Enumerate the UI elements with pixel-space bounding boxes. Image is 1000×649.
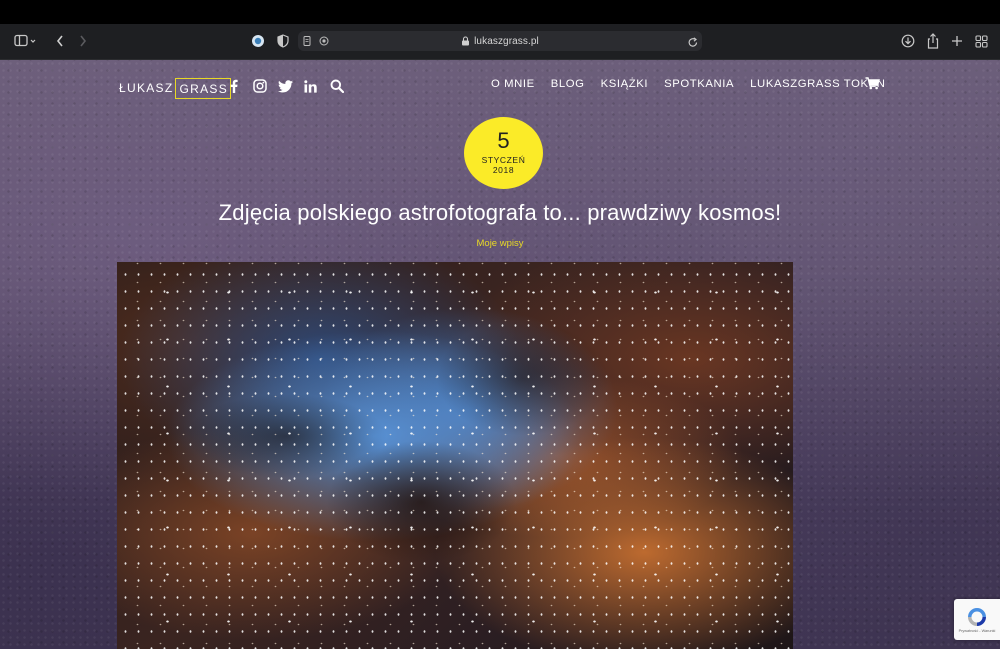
url-text: lukaszgrass.pl bbox=[474, 35, 539, 47]
nav-item-meetings[interactable]: SPOTKANIA bbox=[664, 78, 734, 90]
post-category-link: Moje wpisy bbox=[0, 238, 1000, 249]
downloads-icon[interactable] bbox=[901, 33, 915, 49]
recaptcha-links[interactable]: Prywatność - Warunki bbox=[959, 629, 996, 633]
privacy-shield-icon[interactable] bbox=[277, 33, 289, 49]
sidebar-toggle-icon[interactable] bbox=[14, 33, 36, 49]
lock-icon bbox=[462, 36, 470, 46]
linkedin-icon[interactable] bbox=[304, 79, 317, 93]
extension-icon[interactable] bbox=[251, 33, 265, 49]
post-day: 5 bbox=[497, 127, 510, 153]
hero-image-nebula bbox=[117, 262, 793, 649]
web-page: ŁUKASZ GRASS O MNIE BLOG KSIĄŻKI SPOTKAN… bbox=[0, 60, 1000, 649]
os-menu-bar bbox=[0, 0, 1000, 24]
post-title: Zdjęcia polskiego astrofotografa to... p… bbox=[218, 200, 782, 225]
address-bar[interactable]: lukaszgrass.pl bbox=[298, 31, 702, 51]
forward-icon[interactable] bbox=[78, 33, 88, 49]
browser-toolbar: lukaszgrass.pl bbox=[0, 24, 1000, 60]
twitter-icon[interactable] bbox=[278, 79, 293, 93]
post-category-label[interactable]: Moje wpisy bbox=[477, 238, 524, 249]
new-tab-icon[interactable] bbox=[951, 33, 963, 49]
tab-overview-icon[interactable] bbox=[975, 33, 988, 49]
facebook-icon[interactable] bbox=[230, 79, 238, 93]
reload-icon[interactable] bbox=[688, 35, 698, 53]
nav-item-books[interactable]: KSIĄŻKI bbox=[601, 78, 649, 90]
recaptcha-icon bbox=[968, 608, 986, 626]
nav-item-about[interactable]: O MNIE bbox=[491, 78, 535, 90]
nav-item-blog[interactable]: BLOG bbox=[551, 78, 585, 90]
post-date-badge: 5 STYCZEŃ 2018 bbox=[464, 117, 543, 189]
post-month: STYCZEŃ bbox=[481, 154, 526, 165]
site-logo[interactable]: ŁUKASZ GRASS bbox=[119, 77, 231, 99]
main-nav: O MNIE BLOG KSIĄŻKI SPOTKANIA LUKASZGRAS… bbox=[491, 77, 902, 91]
back-icon[interactable] bbox=[55, 33, 65, 49]
recaptcha-badge[interactable]: Prywatność - Warunki bbox=[954, 599, 1000, 640]
logo-second-word: GRASS bbox=[175, 77, 231, 99]
logo-first-word: ŁUKASZ bbox=[119, 81, 174, 95]
reader-icon[interactable] bbox=[302, 34, 330, 52]
cart-icon[interactable] bbox=[865, 77, 880, 95]
hero-stars-layer bbox=[117, 262, 793, 649]
instagram-icon[interactable] bbox=[253, 79, 267, 93]
search-icon[interactable] bbox=[330, 79, 344, 93]
share-icon[interactable] bbox=[926, 33, 940, 49]
post-year: 2018 bbox=[492, 164, 515, 175]
